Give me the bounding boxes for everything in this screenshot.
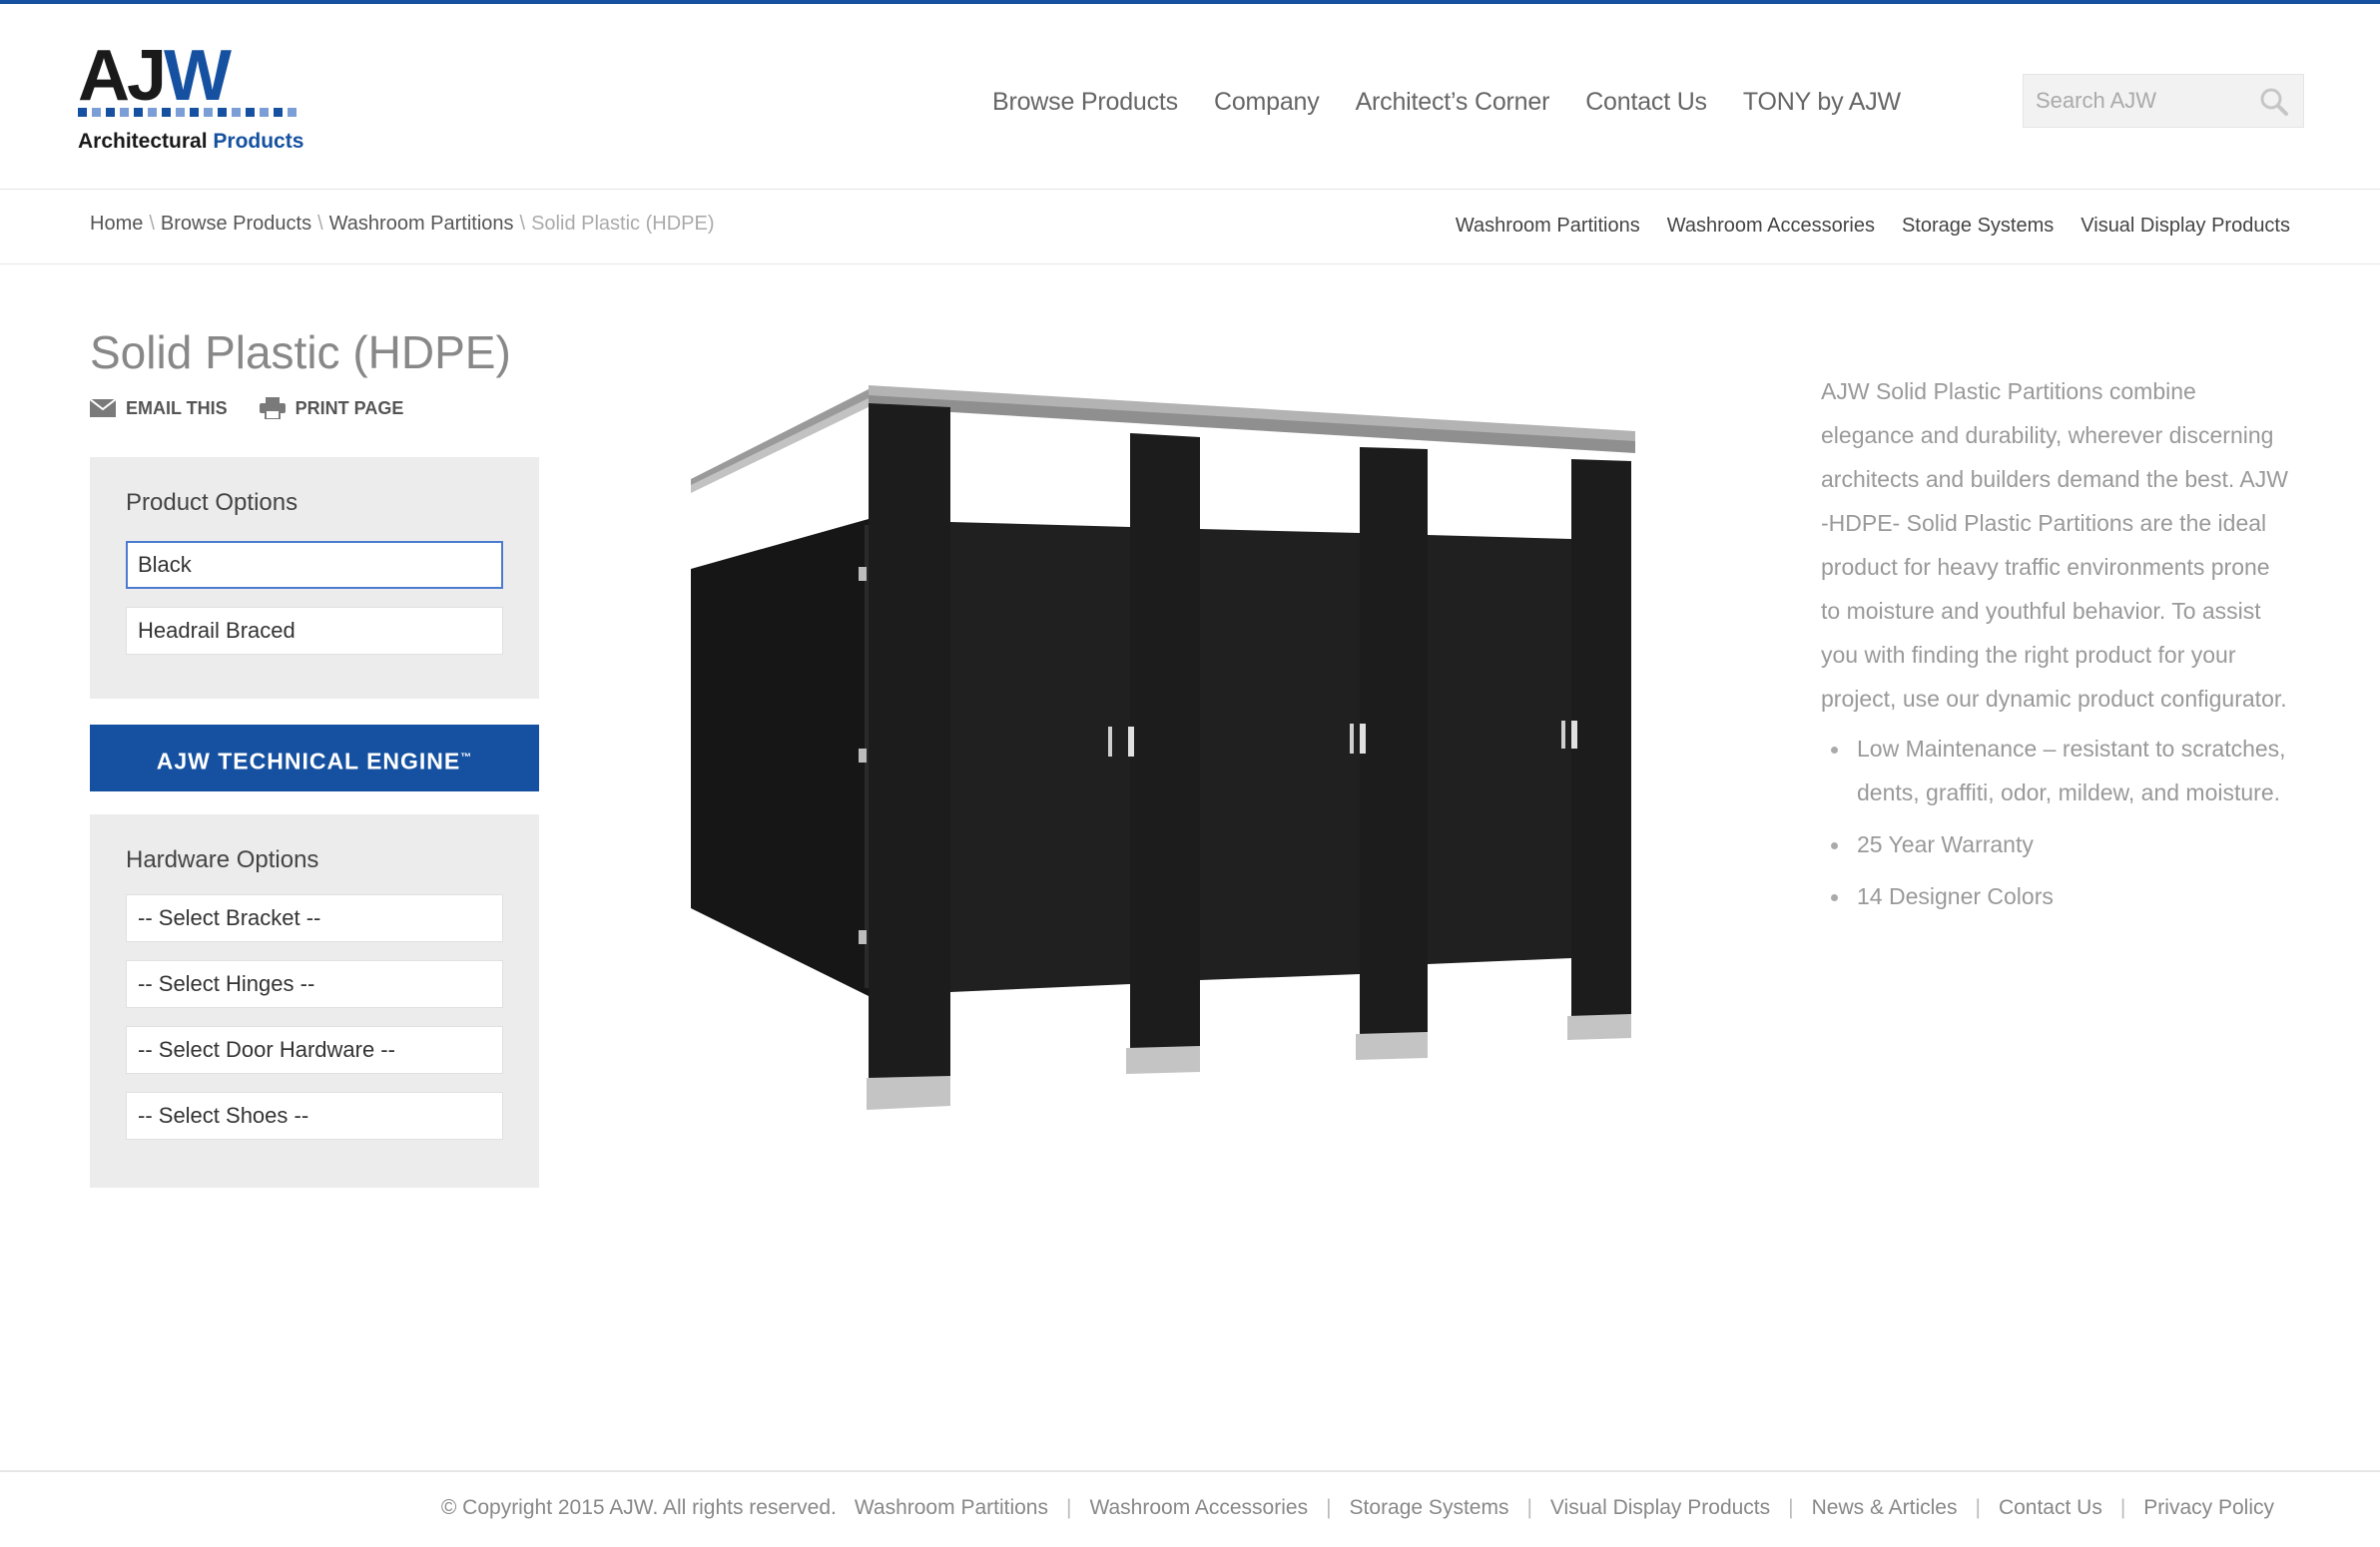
product-description: AJW Solid Plastic Partitions combine ele… [1821, 369, 2290, 926]
category-visual-display-products[interactable]: Visual Display Products [2081, 215, 2290, 238]
product-options-title: Product Options [126, 489, 298, 516]
feature-item: Low Maintenance – resistant to scratches… [1821, 727, 2290, 814]
breadcrumb-separator: \ [149, 213, 155, 235]
email-this-label: EMAIL THIS [126, 397, 228, 418]
ajw-technical-engine-button[interactable]: AJW TECHNICAL ENGINE™ [90, 725, 539, 791]
hinges-select[interactable]: -- Select Hinges -- [126, 960, 503, 1008]
logo-dot-strip [78, 108, 301, 118]
product-options-panel: Product Options Black Headrail Braced [90, 457, 539, 699]
breadcrumb-browse-products[interactable]: Browse Products [161, 213, 311, 235]
printer-icon [259, 397, 286, 419]
search-icon[interactable] [2259, 87, 2289, 117]
footer-link-contact-us[interactable]: Contact Us [1999, 1496, 2102, 1520]
breadcrumb: Home \ Browse Products \ Washroom Partitions… [90, 213, 714, 236]
breadcrumb-washroom-partitions[interactable]: Washroom Partitions [329, 213, 514, 235]
footer-divider: | [2119, 1496, 2126, 1519]
product-image [689, 379, 1637, 1118]
hardware-options-panel: Hardware Options -- Select Bracket -- --… [90, 814, 539, 1188]
category-washroom-accessories[interactable]: Washroom Accessories [1667, 215, 1875, 238]
nav-architects-corner[interactable]: Architect’s Corner [1356, 88, 1550, 117]
category-storage-systems[interactable]: Storage Systems [1902, 215, 2054, 238]
footer-link-news-articles[interactable]: News & Articles [1812, 1496, 1958, 1520]
print-page-label: PRINT PAGE [295, 397, 404, 418]
footer-link-washroom-partitions[interactable]: Washroom Partitions [855, 1496, 1048, 1520]
logo-tagline: Architectural Products [78, 130, 303, 154]
copyright-text: © Copyright 2015 AJW. All rights reserve… [440, 1496, 837, 1519]
nav-browse-products[interactable]: Browse Products [992, 88, 1178, 117]
print-page-button[interactable]: PRINT PAGE [259, 397, 404, 419]
footer-links: © Copyright 2015 AJW. All rights reserve… [441, 1496, 2274, 1520]
main-nav: Browse Products Company Architect’s Corn… [992, 88, 1901, 117]
logo-tagline-products: Products [213, 130, 304, 153]
breadcrumb-home[interactable]: Home [90, 213, 143, 235]
search-box [2023, 74, 2304, 128]
nav-company[interactable]: Company [1214, 88, 1320, 117]
feature-list: Low Maintenance – resistant to scratches… [1821, 727, 2290, 918]
footer-link-washroom-accessories[interactable]: Washroom Accessories [1089, 1496, 1308, 1520]
category-washroom-partitions[interactable]: Washroom Partitions [1456, 215, 1640, 238]
description-paragraph: AJW Solid Plastic Partitions combine ele… [1821, 378, 2288, 712]
breadcrumb-current: Solid Plastic (HDPE) [531, 213, 715, 235]
hardware-options-title: Hardware Options [126, 846, 319, 873]
bracket-select[interactable]: -- Select Bracket -- [126, 894, 503, 942]
logo-wordmark: AJW [78, 36, 232, 116]
site-footer: © Copyright 2015 AJW. All rights reserve… [0, 1470, 2380, 1547]
footer-divider: | [1326, 1496, 1332, 1519]
tech-button-label: AJW TECHNICAL ENGINE [156, 748, 461, 774]
site-header: AJW Architectural Products Browse Produc… [0, 4, 2380, 190]
footer-divider: | [1788, 1496, 1794, 1519]
partition-illustration [691, 385, 1635, 1110]
email-this-button[interactable]: EMAIL THIS [90, 397, 228, 419]
footer-link-privacy-policy[interactable]: Privacy Policy [2143, 1496, 2274, 1520]
breadcrumb-separator: \ [519, 213, 526, 235]
nav-tony-by-ajw[interactable]: TONY by AJW [1743, 88, 1901, 117]
ajw-logo[interactable]: AJW Architectural Products [78, 40, 307, 160]
bracing-select[interactable]: Headrail Braced [126, 607, 503, 655]
breadcrumb-separator: \ [317, 213, 323, 235]
color-select[interactable]: Black [126, 541, 503, 589]
page-title: Solid Plastic (HDPE) [90, 326, 511, 378]
search-input[interactable] [2024, 75, 2243, 127]
footer-divider: | [1065, 1496, 1072, 1519]
nav-contact-us[interactable]: Contact Us [1585, 88, 1707, 117]
footer-divider: | [1526, 1496, 1532, 1519]
category-nav: Washroom Partitions Washroom Accessories… [1456, 215, 2290, 238]
footer-link-visual-display-products[interactable]: Visual Display Products [1550, 1496, 1770, 1520]
logo-tagline-architectural: Architectural [78, 130, 208, 153]
trademark-mark: ™ [460, 752, 473, 764]
footer-link-storage-systems[interactable]: Storage Systems [1350, 1496, 1509, 1520]
shoes-select[interactable]: -- Select Shoes -- [126, 1092, 503, 1140]
footer-divider: | [1975, 1496, 1981, 1519]
feature-item: 25 Year Warranty [1821, 822, 2290, 866]
door-hardware-select[interactable]: -- Select Door Hardware -- [126, 1026, 503, 1074]
feature-item: 14 Designer Colors [1821, 874, 2290, 918]
page-actions: EMAIL THIS PRINT PAGE [90, 397, 403, 419]
sub-navigation-bar: Home \ Browse Products \ Washroom Partitions… [0, 191, 2380, 264]
envelope-icon [90, 399, 116, 417]
